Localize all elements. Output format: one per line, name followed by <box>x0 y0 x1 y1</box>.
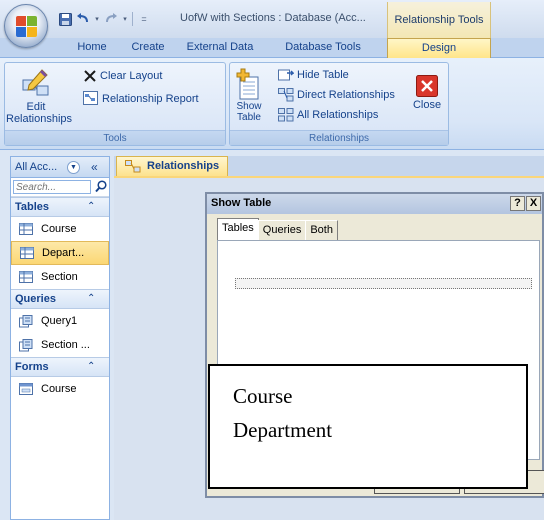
dialog-tab-strip: Tables Queries Both <box>217 218 338 240</box>
all-relationships-label: All Relationships <box>297 109 379 121</box>
save-icon[interactable] <box>58 12 72 26</box>
qat-separator <box>132 12 133 26</box>
collapse-pane-icon[interactable]: « <box>91 160 98 174</box>
show-table-button[interactable]: Show Table <box>232 67 266 123</box>
nav-section-queries[interactable]: Queries ⌃ <box>11 289 109 309</box>
clear-x-icon <box>84 70 96 82</box>
nav-pane-header[interactable]: All Acc... ▼ « <box>11 157 109 178</box>
table-list[interactable] <box>235 278 532 289</box>
hide-table-icon <box>278 69 294 81</box>
quick-access-toolbar: ▾ ▾ = <box>58 9 151 29</box>
office-button[interactable] <box>4 4 48 48</box>
tab-home[interactable]: Home <box>67 41 117 58</box>
annotation-line-course: Course <box>233 384 293 408</box>
dialog-close-button[interactable]: X <box>526 196 541 211</box>
help-button[interactable]: ? <box>510 196 525 211</box>
tab-database-tools[interactable]: Database Tools <box>273 41 373 58</box>
relationship-tools-header: Relationship Tools <box>387 2 491 38</box>
tab-relationships-document[interactable]: Relationships <box>116 156 228 176</box>
context-tab-label: Relationship Tools <box>394 14 484 26</box>
relationship-report-label: Relationship Report <box>102 92 199 105</box>
edit-relationships-label: Edit Relationships <box>6 101 73 125</box>
close-relationships-button[interactable]: Close <box>408 75 446 111</box>
nav-search-bar <box>11 178 109 197</box>
hide-table-button[interactable]: Hide Table <box>278 68 349 82</box>
ribbon-tab-row: Home Create External Data Database Tools… <box>0 38 544 59</box>
chevron-down-icon[interactable]: ▾ <box>122 12 128 26</box>
office-logo-icon <box>16 16 38 38</box>
nav-item-label: Course <box>41 223 77 235</box>
customize-qat-icon[interactable]: = <box>137 12 151 26</box>
relationship-report-button[interactable]: Relationship Report <box>83 91 199 106</box>
navigation-pane: All Acc... ▼ « Tables ⌃ Course Depart...… <box>10 156 110 520</box>
ribbon: Edit Relationships Clear Layout Relation… <box>0 58 544 150</box>
nav-item-section-query[interactable]: Section ... <box>11 333 109 357</box>
edit-relationships-icon <box>22 69 49 96</box>
collapse-section-icon[interactable]: ⌃ <box>87 293 95 304</box>
tools-group: Edit Relationships Clear Layout Relation… <box>4 62 226 146</box>
undo-icon[interactable] <box>76 12 90 26</box>
nav-item-department-table[interactable]: Depart... <box>11 241 109 265</box>
close-label: Close <box>412 99 442 111</box>
show-table-label: Show Table <box>236 101 262 123</box>
chevron-down-icon[interactable]: ▾ <box>94 12 100 26</box>
report-icon <box>83 91 98 105</box>
all-relationships-icon <box>278 108 294 122</box>
nav-item-query1[interactable]: Query1 <box>11 309 109 333</box>
nav-search-input[interactable] <box>13 180 91 194</box>
nav-section-title: Forms <box>15 361 49 373</box>
query-icon <box>19 314 33 327</box>
table-icon <box>19 271 33 283</box>
clear-layout-button[interactable]: Clear Layout <box>83 69 162 83</box>
nav-section-title: Tables <box>15 201 50 213</box>
nav-item-label: Section <box>41 271 78 283</box>
tab-design[interactable]: Design <box>387 38 491 59</box>
chevron-down-icon[interactable]: ▼ <box>67 161 80 174</box>
table-icon <box>19 223 33 235</box>
collapse-section-icon[interactable]: ⌃ <box>87 361 95 372</box>
tab-external-data[interactable]: External Data <box>178 41 262 58</box>
nav-item-section-table[interactable]: Section <box>11 265 109 289</box>
dialog-title-bar[interactable]: Show Table ? X <box>207 194 542 214</box>
tools-group-label: Tools <box>5 130 225 145</box>
tab-create[interactable]: Create <box>123 41 173 58</box>
document-tab-label: Relationships <box>147 160 220 172</box>
relationships-group-label: Relationships <box>230 130 448 145</box>
tab-both[interactable]: Both <box>305 220 338 240</box>
close-icon <box>416 75 438 97</box>
nav-item-label: Course <box>41 383 77 395</box>
table-icon <box>20 247 34 259</box>
annotation-box: Course Department <box>208 364 528 489</box>
search-icon[interactable] <box>95 180 107 196</box>
nav-item-course-form[interactable]: Course <box>11 377 109 401</box>
form-icon <box>19 383 33 395</box>
edit-relationships-button[interactable]: Edit Relationships <box>6 67 73 125</box>
show-table-icon <box>236 68 259 100</box>
nav-item-label: Query1 <box>41 315 78 327</box>
direct-relationships-icon <box>278 88 294 102</box>
tab-tables[interactable]: Tables <box>217 218 259 240</box>
title-bar: ▾ ▾ = UofW with Sections : Database (Acc… <box>0 0 544 48</box>
relationships-icon <box>125 160 141 176</box>
query-icon <box>19 338 33 351</box>
dialog-title: Show Table <box>211 197 272 209</box>
nav-item-label: Section ... <box>41 339 90 351</box>
tab-queries[interactable]: Queries <box>257 220 307 240</box>
annotation-line-department: Department <box>233 418 333 442</box>
nav-section-tables[interactable]: Tables ⌃ <box>11 197 109 217</box>
direct-relationships-button[interactable]: Direct Relationships <box>278 88 395 102</box>
nav-pane-title: All Acc... <box>15 161 58 173</box>
nav-section-title: Queries <box>15 293 56 305</box>
all-relationships-button[interactable]: All Relationships <box>278 108 378 122</box>
collapse-section-icon[interactable]: ⌃ <box>87 201 95 212</box>
nav-section-forms[interactable]: Forms ⌃ <box>11 357 109 377</box>
relationships-group: Show Table Hide Table Direct Relationshi… <box>229 62 449 146</box>
nav-item-course-table[interactable]: Course <box>11 217 109 241</box>
hide-table-label: Hide Table <box>297 69 349 81</box>
window-title: UofW with Sections : Database (Acc... <box>180 12 366 24</box>
redo-icon[interactable] <box>104 12 118 26</box>
clear-layout-label: Clear Layout <box>100 70 163 82</box>
nav-item-label: Depart... <box>42 247 85 259</box>
direct-relationships-label: Direct Relationships <box>297 89 395 101</box>
